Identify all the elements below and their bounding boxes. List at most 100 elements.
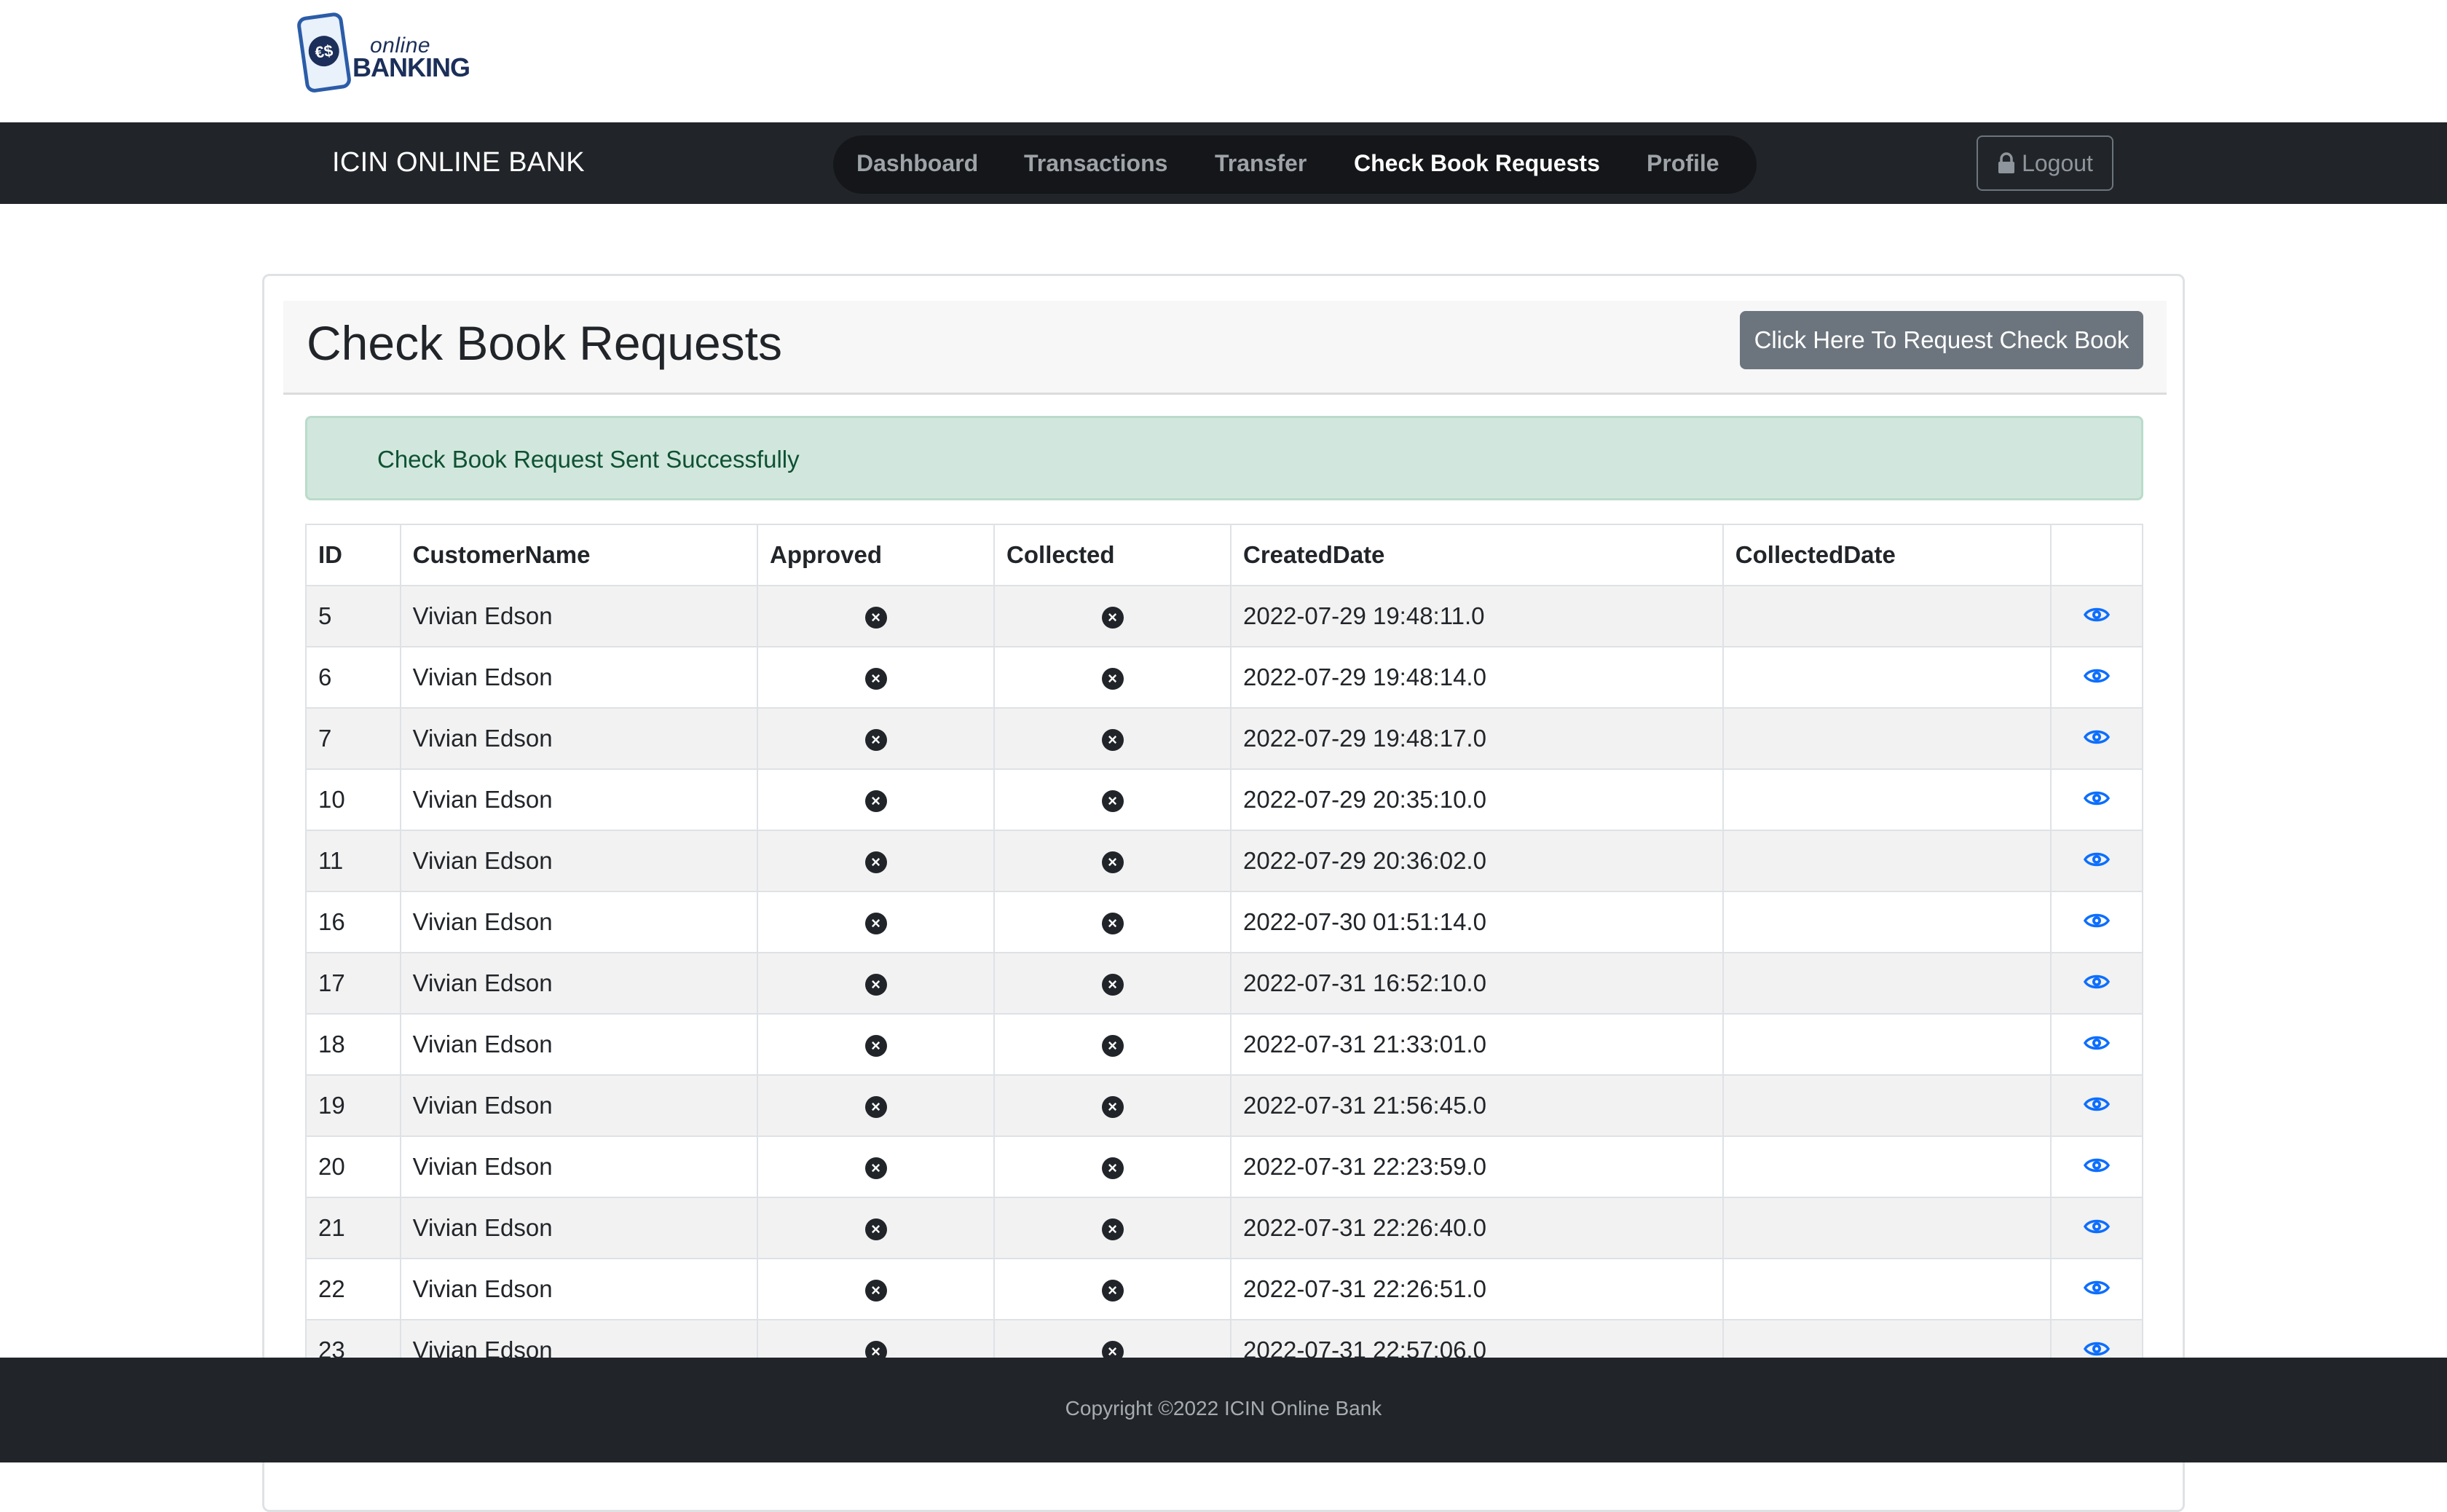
x-circle-icon: × xyxy=(1101,1035,1124,1058)
eye-icon[interactable] xyxy=(2084,603,2111,631)
view-cell xyxy=(2050,707,2143,770)
approved-status-cell: × xyxy=(757,768,996,831)
eye-icon[interactable] xyxy=(2084,1092,2111,1120)
request-check-book-button[interactable]: Click Here To Request Check Book xyxy=(1740,311,2143,369)
eye-icon[interactable] xyxy=(2084,1154,2111,1181)
table-row: 21 Vivian Edson × × 2022-07-31 22:26:40.0 xyxy=(305,1197,2143,1259)
cell-collected-date xyxy=(1722,891,2052,953)
cell-id: 7 xyxy=(305,707,401,770)
x-circle-icon: × xyxy=(864,1280,887,1302)
cell-id: 22 xyxy=(305,1258,401,1320)
table-row: 22 Vivian Edson × × 2022-07-31 22:26:51.0 xyxy=(305,1258,2143,1320)
cell-customer-name: Vivian Edson xyxy=(399,768,759,831)
navbar: ICIN ONLINE BANK Dashboard Transactions … xyxy=(0,122,2447,204)
success-alert: Check Book Request Sent Successfully xyxy=(305,416,2143,500)
table-header-row: ID CustomerName Approved Collected Creat… xyxy=(305,524,2143,586)
cell-id: 6 xyxy=(305,646,401,709)
nav-link-transactions[interactable]: Transactions xyxy=(1024,150,1167,177)
eye-icon[interactable] xyxy=(2084,1215,2111,1243)
logo-text-banking: BANKING xyxy=(352,52,470,82)
collected-status-cell: × xyxy=(993,707,1232,770)
eye-icon[interactable] xyxy=(2084,1031,2111,1059)
cell-collected-date xyxy=(1722,830,2052,892)
cell-customer-name: Vivian Edson xyxy=(399,707,759,770)
check-book-card: Check Book Requests Click Here To Reques… xyxy=(262,274,2185,1512)
x-circle-icon: × xyxy=(1101,913,1124,935)
header-id: ID xyxy=(305,524,401,586)
bank-logo[interactable]: €$ online BANKING xyxy=(294,12,470,98)
view-cell xyxy=(2050,1258,2143,1320)
x-circle-icon: × xyxy=(1101,851,1124,874)
alert-message: Check Book Request Sent Successfully xyxy=(377,446,800,473)
x-circle-icon: × xyxy=(864,668,887,690)
navbar-brand[interactable]: ICIN ONLINE BANK xyxy=(332,147,585,178)
eye-icon[interactable] xyxy=(2084,848,2111,875)
cell-id: 16 xyxy=(305,891,401,953)
collected-status-cell: × xyxy=(993,1197,1232,1259)
cell-customer-name: Vivian Edson xyxy=(399,1197,759,1259)
cell-created-date: 2022-07-31 21:56:45.0 xyxy=(1230,1074,1724,1137)
nav-link-transfer[interactable]: Transfer xyxy=(1215,150,1307,177)
x-circle-icon: × xyxy=(1101,668,1124,690)
cell-created-date: 2022-07-31 22:23:59.0 xyxy=(1230,1135,1724,1198)
table-body: 5 Vivian Edson × × 2022-07-29 19:48:11.0 6 Viv… xyxy=(305,585,2143,1382)
cell-created-date: 2022-07-29 19:48:17.0 xyxy=(1230,707,1724,770)
view-cell xyxy=(2050,585,2143,647)
cell-id: 21 xyxy=(305,1197,401,1259)
x-circle-icon: × xyxy=(864,913,887,935)
table-row: 19 Vivian Edson × × 2022-07-31 21:56:45.0 xyxy=(305,1074,2143,1137)
x-circle-icon: × xyxy=(864,607,887,629)
x-circle-icon: × xyxy=(864,974,887,996)
lock-icon xyxy=(1998,152,2015,173)
x-circle-icon: × xyxy=(1101,1218,1124,1241)
svg-text:€$: €$ xyxy=(314,42,334,62)
approved-status-cell: × xyxy=(757,585,996,647)
x-circle-icon: × xyxy=(864,1157,887,1180)
eye-icon[interactable] xyxy=(2084,725,2111,753)
logout-button[interactable]: Logout xyxy=(1977,135,2113,191)
view-cell xyxy=(2050,1013,2143,1076)
cell-customer-name: Vivian Edson xyxy=(399,1258,759,1320)
approved-status-cell: × xyxy=(757,646,996,709)
cell-created-date: 2022-07-31 22:26:51.0 xyxy=(1230,1258,1724,1320)
header-created-date: CreatedDate xyxy=(1230,524,1724,586)
x-circle-icon: × xyxy=(864,1035,887,1058)
collected-status-cell: × xyxy=(993,891,1232,953)
cell-collected-date xyxy=(1722,1135,2052,1198)
logout-label: Logout xyxy=(2022,149,2093,176)
cell-id: 10 xyxy=(305,768,401,831)
cell-created-date: 2022-07-29 20:35:10.0 xyxy=(1230,768,1724,831)
approved-status-cell: × xyxy=(757,1258,996,1320)
cell-collected-date xyxy=(1722,1258,2052,1320)
phone-logo-icon: €$ xyxy=(297,12,351,92)
nav-link-profile[interactable]: Profile xyxy=(1647,150,1719,177)
eye-icon[interactable] xyxy=(2084,970,2111,998)
card-header: Check Book Requests Click Here To Reques… xyxy=(283,301,2167,395)
nav-link-dashboard[interactable]: Dashboard xyxy=(856,150,978,177)
eye-icon[interactable] xyxy=(2084,787,2111,814)
cell-collected-date xyxy=(1722,768,2052,831)
header-actions xyxy=(2050,524,2143,586)
cell-created-date: 2022-07-31 22:26:40.0 xyxy=(1230,1197,1724,1259)
cell-id: 17 xyxy=(305,952,401,1015)
cell-id: 5 xyxy=(305,585,401,647)
cell-created-date: 2022-07-31 21:33:01.0 xyxy=(1230,1013,1724,1076)
eye-icon[interactable] xyxy=(2084,664,2111,692)
page-title: Check Book Requests xyxy=(307,316,783,370)
x-circle-icon: × xyxy=(1101,1280,1124,1302)
table-row: 7 Vivian Edson × × 2022-07-29 19:48:17.0 xyxy=(305,707,2143,770)
nav-link-check-book-requests[interactable]: Check Book Requests xyxy=(1354,150,1600,177)
header-approved: Approved xyxy=(757,524,996,586)
eye-icon[interactable] xyxy=(2084,909,2111,937)
cell-created-date: 2022-07-31 16:52:10.0 xyxy=(1230,952,1724,1015)
eye-icon[interactable] xyxy=(2084,1276,2111,1304)
x-circle-icon: × xyxy=(1101,790,1124,813)
cell-created-date: 2022-07-29 19:48:14.0 xyxy=(1230,646,1724,709)
view-cell xyxy=(2050,646,2143,709)
approved-status-cell: × xyxy=(757,891,996,953)
table-row: 11 Vivian Edson × × 2022-07-29 20:36:02.0 xyxy=(305,830,2143,892)
view-cell xyxy=(2050,830,2143,892)
collected-status-cell: × xyxy=(993,646,1232,709)
cell-customer-name: Vivian Edson xyxy=(399,891,759,953)
x-circle-icon: × xyxy=(864,1096,887,1119)
